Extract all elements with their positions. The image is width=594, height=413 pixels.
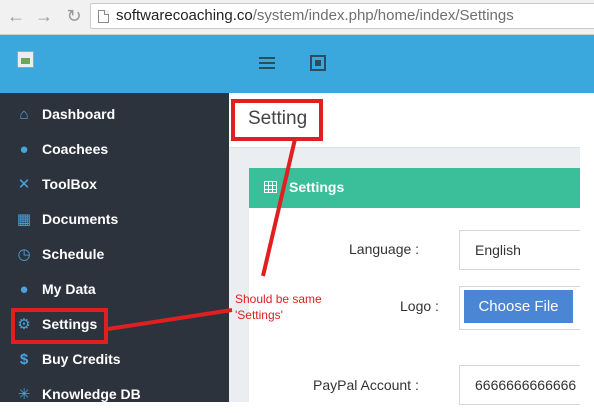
annotation-box-sidebar bbox=[11, 308, 108, 344]
broken-image-icon bbox=[17, 51, 34, 68]
sidebar-item-documents[interactable]: ▦ Documents bbox=[0, 203, 229, 238]
sidebar-item-label: Knowledge DB bbox=[42, 386, 141, 402]
panel-title: Settings bbox=[289, 179, 345, 195]
sidebar-item-schedule[interactable]: ◷ Schedule bbox=[0, 238, 229, 273]
clock-icon: ◷ bbox=[17, 246, 31, 263]
fullscreen-icon[interactable] bbox=[310, 55, 326, 71]
sidebar: ⌂ Dashboard ● Coachees ✕ ToolBox ▦ Docum… bbox=[0, 93, 229, 403]
url-host: softwarecoaching.co bbox=[116, 7, 253, 24]
hamburger-icon[interactable] bbox=[259, 57, 275, 69]
bulb-icon: ✳ bbox=[17, 386, 31, 403]
paypal-account-field[interactable]: 6666666666666 bbox=[459, 365, 580, 405]
paypal-label: PayPal Account : bbox=[313, 377, 419, 393]
sidebar-item-toolbox[interactable]: ✕ ToolBox bbox=[0, 168, 229, 203]
sidebar-item-label: Buy Credits bbox=[42, 351, 121, 367]
sidebar-item-label: Dashboard bbox=[42, 106, 116, 122]
sidebar-item-label: Coachees bbox=[42, 141, 109, 157]
sidebar-item-knowledge-db[interactable]: ✳ Knowledge DB bbox=[0, 378, 229, 413]
back-arrow-icon[interactable]: ← bbox=[6, 5, 26, 27]
table-icon bbox=[264, 181, 277, 193]
user-add-icon: ● bbox=[19, 141, 29, 158]
address-bar[interactable]: softwarecoaching.co/system/index.php/hom… bbox=[90, 3, 594, 29]
logo-label: Logo : bbox=[400, 298, 439, 314]
forward-arrow-icon[interactable]: → bbox=[34, 5, 54, 27]
annotation-box-title bbox=[231, 99, 323, 141]
annotation-note-line2: 'Settings' bbox=[235, 308, 283, 322]
browser-toolbar: ← → ↻ softwarecoaching.co/system/index.p… bbox=[0, 0, 594, 35]
paypal-value: 6666666666666 bbox=[475, 377, 577, 393]
settings-panel: Settings Language : English Logo : Choos… bbox=[249, 168, 580, 405]
scrollbar[interactable] bbox=[580, 93, 594, 402]
reload-icon[interactable]: ↻ bbox=[64, 5, 84, 27]
sidebar-item-label: Schedule bbox=[42, 246, 105, 262]
user-icon: ● bbox=[19, 281, 29, 298]
sidebar-item-buy-credits[interactable]: $ Buy Credits bbox=[0, 343, 229, 378]
url-text[interactable]: softwarecoaching.co/system/index.php/hom… bbox=[116, 7, 514, 24]
home-icon: ⌂ bbox=[19, 106, 29, 123]
sidebar-item-dashboard[interactable]: ⌂ Dashboard bbox=[0, 98, 229, 133]
app-header bbox=[0, 35, 594, 93]
sidebar-item-label: ToolBox bbox=[42, 176, 97, 192]
sidebar-item-label: My Data bbox=[42, 281, 96, 297]
documents-icon: ▦ bbox=[16, 211, 32, 228]
page-icon bbox=[98, 10, 109, 23]
language-value: English bbox=[475, 242, 521, 258]
tools-icon: ✕ bbox=[17, 176, 31, 193]
language-label: Language : bbox=[349, 241, 420, 257]
sidebar-item-label: Documents bbox=[42, 211, 119, 227]
sidebar-item-my-data[interactable]: ● My Data bbox=[0, 273, 229, 308]
language-select[interactable]: English bbox=[459, 230, 580, 270]
annotation-note-line1: Should be same bbox=[235, 292, 322, 306]
dollar-icon: $ bbox=[19, 351, 29, 368]
choose-file-button[interactable]: Choose File bbox=[464, 290, 573, 323]
sidebar-item-coachees[interactable]: ● Coachees bbox=[0, 133, 229, 168]
url-path: /system/index.php/home/index/Settings bbox=[252, 7, 514, 24]
panel-header: Settings bbox=[249, 168, 580, 208]
